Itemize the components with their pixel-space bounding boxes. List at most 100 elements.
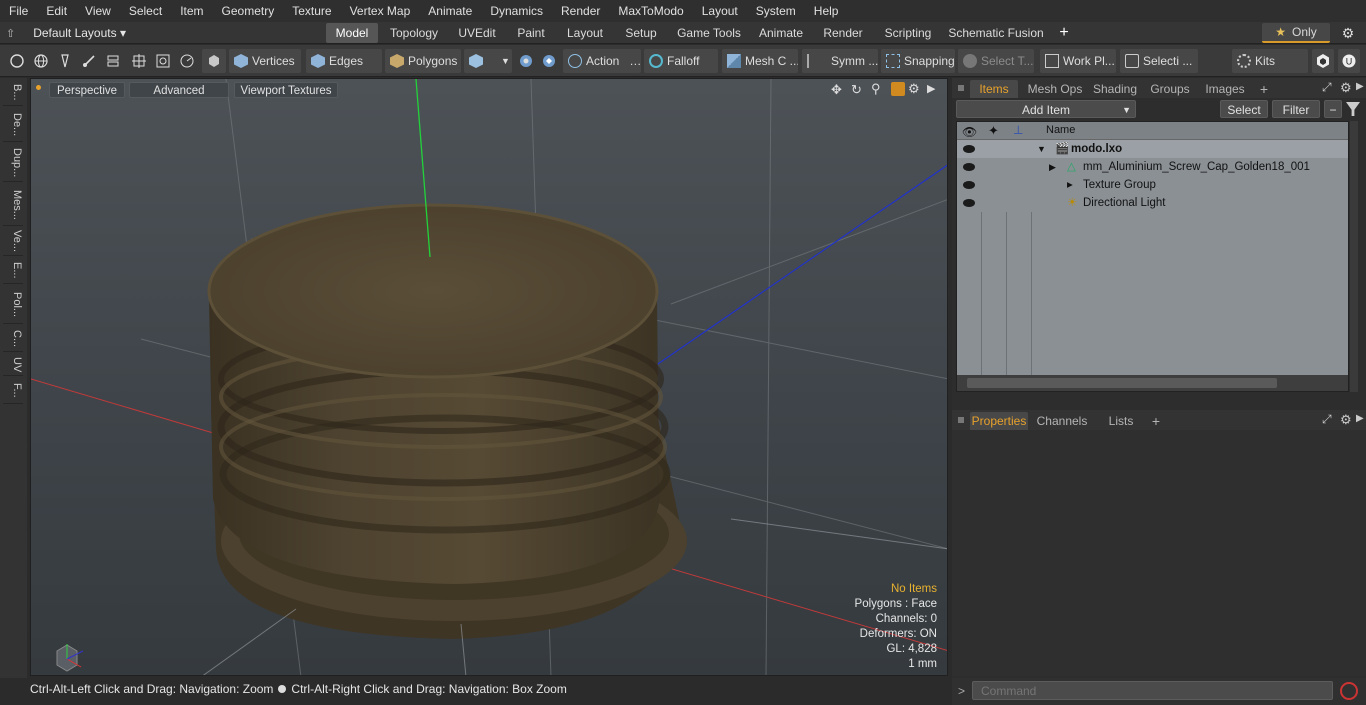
screw-cap-model[interactable] — [207, 203, 687, 639]
command-input[interactable] — [972, 681, 1333, 700]
record-icon[interactable] — [1340, 682, 1358, 700]
align-icon[interactable] — [102, 49, 124, 73]
advanced-button[interactable]: Advanced — [129, 82, 229, 98]
expand-triangle-icon[interactable]: ▼ — [1037, 140, 1046, 158]
eye-icon[interactable] — [963, 145, 975, 153]
left-tab-uv[interactable]: UV — [3, 354, 23, 376]
panel-menu-icon[interactable] — [958, 85, 964, 91]
viewport-gear-icon[interactable]: ⚙ — [908, 81, 924, 97]
falloff-button[interactable]: Falloff — [644, 49, 718, 73]
move-icon[interactable]: ✥ — [831, 82, 847, 98]
snap-sphere-icon[interactable] — [515, 49, 537, 73]
circle-select-icon[interactable] — [6, 49, 28, 73]
funnel-icon[interactable] — [1346, 102, 1360, 116]
properties-menu-icon[interactable] — [958, 417, 964, 423]
add-item-dropdown[interactable]: Add Item ▼ — [956, 100, 1136, 118]
item-row-light[interactable]: ☀ Directional Light — [957, 194, 1348, 212]
layout-selector[interactable]: ⇧ Default Layouts ▾ — [6, 22, 126, 44]
menu-layout[interactable]: Layout — [693, 0, 747, 22]
pen-icon[interactable] — [54, 49, 76, 73]
left-tab-deform[interactable]: De... — [3, 108, 23, 142]
panel-expand-icon[interactable]: ⤢ — [1322, 80, 1332, 95]
menu-help[interactable]: Help — [805, 0, 848, 22]
action-center-button[interactable]: Action… — [563, 49, 641, 73]
left-tab-basic[interactable]: B... — [3, 80, 23, 106]
edges-button[interactable]: Edges — [306, 49, 382, 73]
maximize-icon[interactable] — [891, 82, 905, 96]
menu-edit[interactable]: Edit — [37, 0, 76, 22]
only-toggle[interactable]: ★ Only — [1262, 23, 1330, 43]
work-plane-button[interactable]: Work Pl... — [1040, 49, 1116, 73]
brush-icon[interactable] — [78, 49, 100, 73]
left-tab-curve[interactable]: C... — [3, 326, 23, 352]
tab-shading[interactable]: Shading — [1090, 80, 1140, 98]
collapse-icon[interactable]: − — [1324, 100, 1342, 118]
add-tab-icon[interactable]: + — [1054, 23, 1074, 43]
tab-items[interactable]: Items — [970, 80, 1018, 98]
gear-icon[interactable]: ⚙ — [1340, 25, 1356, 41]
scene-canvas[interactable] — [31, 79, 948, 676]
menu-render[interactable]: Render — [552, 0, 609, 22]
frame-icon[interactable] — [152, 49, 174, 73]
item-row-mesh[interactable]: ▶ △ mm_Aluminium_Screw_Cap_Golden18_001 — [957, 158, 1348, 176]
expand-arrow-icon[interactable]: ▶ — [927, 82, 937, 95]
zoom-icon[interactable]: ⚲ — [871, 81, 887, 97]
panel-gear-icon[interactable]: ⚙ — [1340, 80, 1352, 96]
symmetry-sphere-icon[interactable] — [538, 49, 560, 73]
menu-item[interactable]: Item — [171, 0, 212, 22]
polygons-button[interactable]: Polygons — [385, 49, 461, 73]
3d-viewport[interactable]: Perspective Advanced Viewport Textures ✥… — [30, 78, 948, 676]
viewport-options-dot[interactable] — [36, 85, 41, 90]
menu-texture[interactable]: Texture — [283, 0, 340, 22]
add-props-tab-icon[interactable]: + — [1148, 412, 1164, 430]
unreal-icon[interactable]: U — [1338, 49, 1360, 73]
eye-icon[interactable] — [963, 181, 975, 189]
tab-scripting[interactable]: Scripting — [878, 23, 938, 43]
filter-button[interactable]: Filter — [1272, 100, 1320, 118]
tab-schematic-fusion[interactable]: Schematic Fusion — [946, 23, 1046, 43]
eye-icon[interactable] — [963, 163, 975, 171]
snapping-button[interactable]: Snapping — [881, 49, 955, 73]
item-row-scene[interactable]: ▼ 🎬 modo.lxo — [957, 140, 1348, 158]
tab-setup[interactable]: Setup — [618, 23, 664, 43]
left-tab-edge[interactable]: E... — [3, 258, 23, 284]
menu-vertex-map[interactable]: Vertex Map — [341, 0, 420, 22]
center-icon[interactable] — [128, 49, 150, 73]
left-tab-vertex[interactable]: Ve... — [3, 228, 23, 256]
material-dropdown[interactable]: ▼ — [464, 49, 512, 73]
mesh-constraints-button[interactable]: Mesh C ... — [722, 49, 798, 73]
eye-icon[interactable] — [963, 199, 975, 207]
menu-maxtomodo[interactable]: MaxToModo — [609, 0, 692, 22]
tab-lists[interactable]: Lists — [1096, 412, 1146, 430]
unity-icon[interactable] — [1312, 49, 1334, 73]
timer-icon[interactable] — [176, 49, 198, 73]
menu-view[interactable]: View — [76, 0, 120, 22]
menu-dynamics[interactable]: Dynamics — [481, 0, 552, 22]
left-tab-polygon[interactable]: Pol... — [3, 286, 23, 324]
menu-file[interactable]: File — [0, 0, 37, 22]
props-arrow-icon[interactable]: ▶ — [1356, 413, 1364, 424]
props-gear-icon[interactable]: ⚙ — [1340, 412, 1352, 428]
collapse-triangle-icon[interactable]: ▶ — [1049, 158, 1056, 176]
menu-animate[interactable]: Animate — [419, 0, 481, 22]
item-row-texture-group[interactable]: ▸ Texture Group — [957, 176, 1348, 194]
globe-icon[interactable] — [30, 49, 52, 73]
kits-button[interactable]: Kits — [1232, 49, 1308, 73]
tab-images[interactable]: Images — [1200, 80, 1250, 98]
rotate-icon[interactable]: ↻ — [851, 82, 867, 98]
left-tab-fusion[interactable]: F... — [3, 378, 23, 404]
tab-layout[interactable]: Layout — [560, 23, 610, 43]
left-tab-duplicate[interactable]: Dup... — [3, 144, 23, 182]
tab-mesh-ops[interactable]: Mesh Ops — [1024, 80, 1086, 98]
tab-uvedit[interactable]: UVEdit — [452, 23, 502, 43]
items-vscrollbar[interactable] — [1350, 121, 1358, 392]
menu-system[interactable]: System — [747, 0, 805, 22]
viewport-textures-button[interactable]: Viewport Textures — [234, 82, 338, 98]
item-mode-icon[interactable] — [202, 49, 226, 73]
tab-properties[interactable]: Properties — [970, 412, 1028, 430]
select-through-button[interactable]: Select T... — [958, 49, 1034, 73]
tab-animate[interactable]: Animate — [754, 23, 808, 43]
symmetry-button[interactable]: Symm ... — [802, 49, 878, 73]
left-tab-mesh[interactable]: Mes... — [3, 184, 23, 226]
perspective-button[interactable]: Perspective — [49, 82, 125, 98]
